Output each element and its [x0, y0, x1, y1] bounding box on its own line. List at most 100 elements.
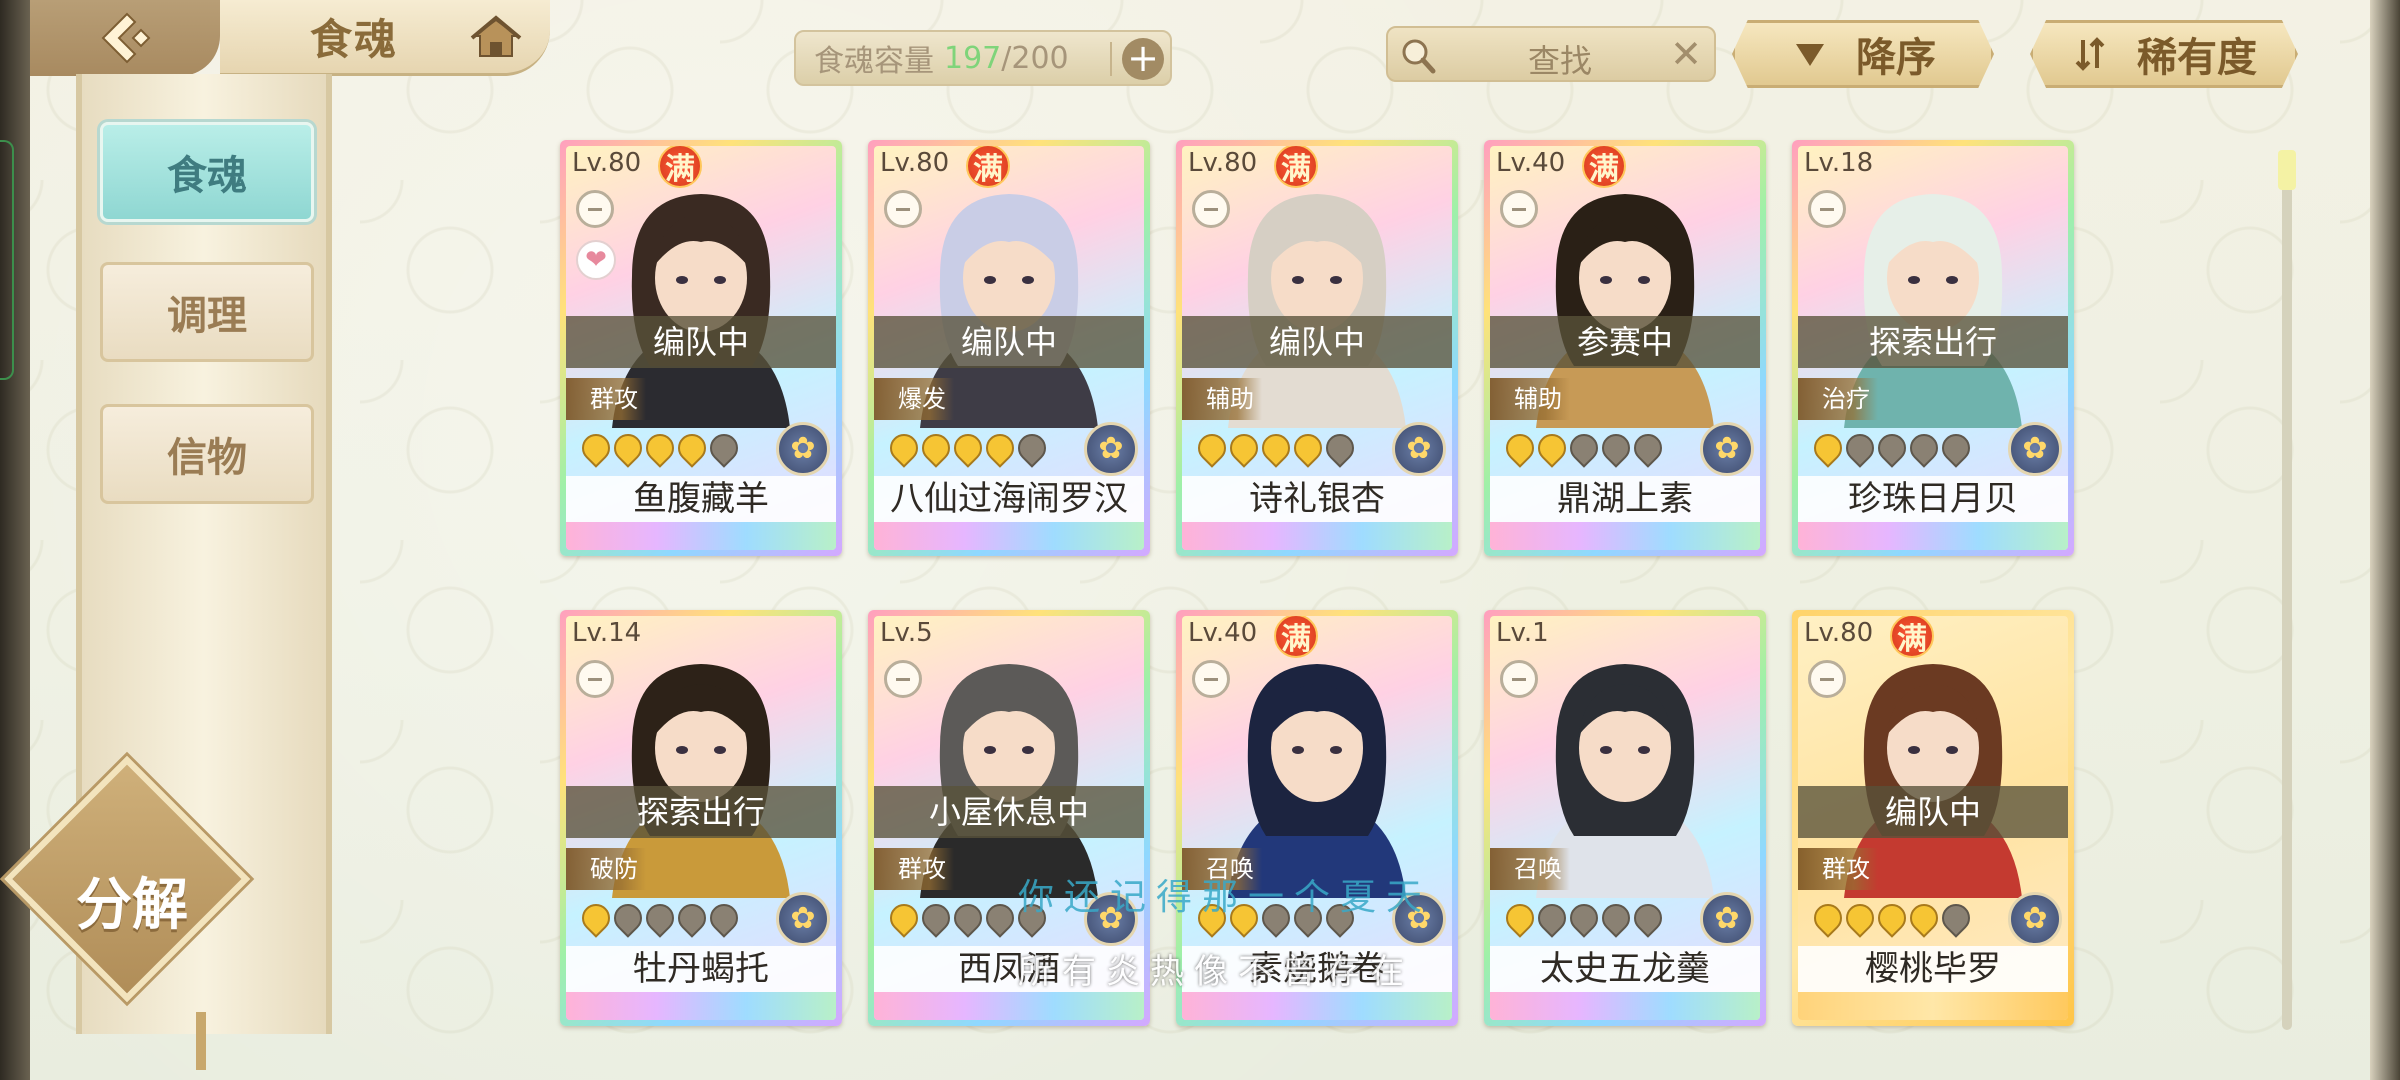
- tab-conditioning-label: 调理: [167, 293, 247, 339]
- capacity-divider: [1110, 42, 1112, 76]
- sort-by-label: 稀有度: [2137, 35, 2257, 81]
- status-banner: 探索出行: [1798, 316, 2068, 368]
- decompose-label[interactable]: 分解: [46, 860, 218, 941]
- search-box[interactable]: 查找 ✕: [1386, 26, 1716, 82]
- card-rarity-strip: [1182, 522, 1452, 550]
- food-soul-name: 八仙过海闹罗汉: [874, 476, 1144, 522]
- star-icon: [1500, 898, 1540, 938]
- lock-toggle-icon[interactable]: [1500, 190, 1538, 228]
- star-icon: [1936, 428, 1976, 468]
- lock-toggle-icon[interactable]: [1500, 660, 1538, 698]
- level-label: Lv.5: [880, 618, 933, 648]
- card-body: Lv.80 满 ❤ 编队中 群攻 ✿ 鱼腹藏羊: [566, 146, 836, 550]
- card-body: Lv.40 满参赛中 辅助 ✿ 鼎湖上素: [1490, 146, 1760, 550]
- element-flower-icon: ✿: [1084, 422, 1138, 476]
- lock-toggle-icon[interactable]: [1192, 660, 1230, 698]
- star-icon: [1256, 428, 1296, 468]
- card-body: Lv.80 满编队中 群攻 ✿ 樱桃毕罗: [1798, 616, 2068, 1020]
- home-icon[interactable]: [470, 12, 522, 64]
- sort-by-button[interactable]: 稀有度: [2030, 20, 2298, 88]
- max-level-badge: 满: [1274, 616, 1318, 658]
- page-title: 食魂: [310, 15, 399, 64]
- lock-toggle-icon[interactable]: [576, 190, 614, 228]
- star-icon: [704, 428, 744, 468]
- food-soul-name: 鱼腹藏羊: [566, 476, 836, 522]
- food-soul-card[interactable]: Lv.80 满 ❤ 编队中 群攻 ✿ 鱼腹藏羊: [560, 140, 842, 556]
- star-icon: [1628, 898, 1668, 938]
- element-flower-icon: ✿: [1392, 422, 1446, 476]
- scrollbar-track[interactable]: [2282, 150, 2292, 1030]
- role-tag: 辅助: [1490, 378, 1570, 420]
- capacity-add-button[interactable]: +: [1122, 38, 1164, 80]
- tab-tokens-label: 信物: [167, 435, 247, 481]
- sort-arrows-icon: [2075, 37, 2105, 71]
- sort-order-button[interactable]: 降序: [1732, 20, 1994, 88]
- food-soul-card[interactable]: Lv.18 探索出行 治疗 ✿ 珍珠日月贝: [1792, 140, 2074, 556]
- star-icon: [672, 428, 712, 468]
- food-soul-card[interactable]: Lv.14 探索出行 破防 ✿ 牡丹蝎托: [560, 610, 842, 1026]
- role-tag: 破防: [566, 848, 646, 890]
- level-label: Lv.1: [1496, 618, 1549, 648]
- status-banner: 编队中: [1798, 786, 2068, 838]
- element-flower-icon: ✿: [776, 422, 830, 476]
- star-icon: [1596, 898, 1636, 938]
- search-placeholder: 查找: [1528, 42, 1593, 80]
- lock-toggle-icon[interactable]: [1808, 190, 1846, 228]
- status-banner: 参赛中: [1490, 316, 1760, 368]
- status-banner: 小屋休息中: [874, 786, 1144, 838]
- role-tag: 群攻: [874, 848, 954, 890]
- star-rating: [1808, 428, 1976, 468]
- food-soul-card[interactable]: Lv.80 满编队中 群攻 ✿ 樱桃毕罗: [1792, 610, 2074, 1026]
- back-button[interactable]: [30, 0, 220, 76]
- max-level-badge: 满: [1890, 616, 1934, 658]
- star-icon: [916, 898, 956, 938]
- lock-toggle-icon[interactable]: [576, 660, 614, 698]
- star-icon: [1936, 898, 1976, 938]
- level-label: Lv.80: [1188, 148, 1258, 178]
- tab-tokens[interactable]: 信物: [100, 404, 314, 504]
- food-soul-name: 鼎湖上素: [1490, 476, 1760, 522]
- role-tag: 群攻: [1798, 848, 1878, 890]
- star-icon: [948, 898, 988, 938]
- tab-food-souls[interactable]: 食魂: [100, 122, 314, 222]
- card-rarity-strip: [1798, 992, 2068, 1020]
- status-banner: 编队中: [874, 316, 1144, 368]
- star-icon: [576, 898, 616, 938]
- lock-toggle-icon[interactable]: [1192, 190, 1230, 228]
- capacity-label: 食魂容量: [814, 44, 934, 79]
- star-icon: [608, 428, 648, 468]
- max-level-badge: 满: [966, 146, 1010, 188]
- max-level-badge: 满: [1582, 146, 1626, 188]
- food-soul-card[interactable]: Lv.80 满编队中 辅助 ✿ 诗礼银杏: [1176, 140, 1458, 556]
- star-icon: [608, 898, 648, 938]
- screen-edge-right: [2370, 0, 2400, 1080]
- star-icon: [1288, 428, 1328, 468]
- star-icon: [980, 428, 1020, 468]
- sort-order-label: 降序: [1856, 35, 1936, 81]
- card-body: Lv.1 召唤 ✿ 太史五龙羹: [1490, 616, 1760, 1020]
- element-flower-icon: ✿: [776, 892, 830, 946]
- food-soul-name: 太史五龙羹: [1490, 946, 1760, 992]
- star-icon: [948, 428, 988, 468]
- level-label: Lv.80: [1804, 618, 1874, 648]
- food-soul-card[interactable]: Lv.40 满参赛中 辅助 ✿ 鼎湖上素: [1484, 140, 1766, 556]
- star-icon: [1808, 428, 1848, 468]
- card-rarity-strip: [566, 522, 836, 550]
- food-soul-card[interactable]: Lv.80 满编队中 爆发 ✿ 八仙过海闹罗汉: [868, 140, 1150, 556]
- star-rating: [576, 428, 744, 468]
- status-banner: 编队中: [1182, 316, 1452, 368]
- lock-toggle-icon[interactable]: [1808, 660, 1846, 698]
- clear-search-icon[interactable]: ✕: [1670, 34, 1702, 74]
- star-rating: [1808, 898, 1976, 938]
- lock-toggle-icon[interactable]: [884, 660, 922, 698]
- tab-conditioning[interactable]: 调理: [100, 262, 314, 362]
- star-icon: [1532, 428, 1572, 468]
- food-soul-card[interactable]: Lv.1 召唤 ✿ 太史五龙羹: [1484, 610, 1766, 1026]
- card-body: Lv.18 探索出行 治疗 ✿ 珍珠日月贝: [1798, 146, 2068, 550]
- star-icon: [640, 898, 680, 938]
- star-icon: [704, 898, 744, 938]
- level-label: Lv.40: [1496, 148, 1566, 178]
- food-soul-name: 樱桃毕罗: [1798, 946, 2068, 992]
- lock-toggle-icon[interactable]: [884, 190, 922, 228]
- scrollbar-thumb[interactable]: [2278, 150, 2296, 190]
